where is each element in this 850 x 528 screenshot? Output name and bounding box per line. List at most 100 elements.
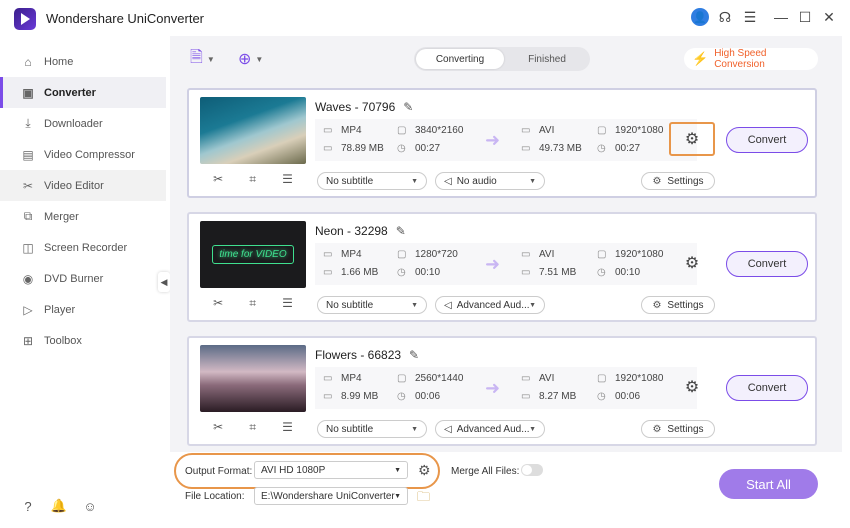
output-format-select[interactable]: AVI HD 1080P ▼ [254,461,408,479]
folder-icon[interactable]: 🗀 [417,488,430,510]
edit-name-icon[interactable]: ✎ [396,224,406,238]
source-size: ▭ 78.89 MB [323,143,384,154]
sidebar-item-video-editor[interactable]: ✂ Video Editor [0,170,166,201]
video-icon: ▭ [521,125,531,136]
convert-button[interactable]: Convert [726,251,808,277]
settings-button[interactable]: ⚙ Settings [641,420,715,438]
chevron-down-icon: ▼ [394,492,401,500]
audio-select[interactable]: ◁ No audio ▼ [435,172,545,190]
close-icon[interactable]: ✕ [820,8,838,26]
subtitle-select[interactable]: No subtitle ▼ [317,172,427,190]
settings-button[interactable]: ⚙ Settings [641,296,715,314]
sidebar-item-downloader[interactable]: ⤓ Downloader [0,108,166,139]
sidebar-item-screen-recorder[interactable]: ◫ Screen Recorder [0,232,166,263]
trim-icon[interactable]: ✂ [213,296,223,310]
audio-select[interactable]: ◁ Advanced Aud... ▼ [435,420,545,438]
output-format-settings-icon[interactable]: ⚙ [418,462,431,479]
file-location-select[interactable]: E:\Wondershare UniConverter ▼ [254,487,408,505]
file-name: Flowers - 66823 ✎ [315,348,420,362]
add-device-icon: ⊕ [238,51,252,68]
menu-icon[interactable]: ☰ [741,8,759,26]
resolution-icon: ▢ [397,249,407,260]
chevron-down-icon: ▼ [411,177,418,185]
gear-icon: ⚙ [652,423,662,435]
trim-icon[interactable]: ✂ [213,172,223,186]
file-card: ✂ ⌗ ☰ Flowers - 66823 ✎ ▭ MP4 ▢ 2560*1440 ▭ 8.… [187,336,817,446]
target-format: ▭ AVI [521,373,555,384]
user-icon[interactable]: 👤 [691,8,709,26]
crop-icon[interactable]: ⌗ [249,172,256,187]
sidebar-item-player[interactable]: ▷ Player [0,294,166,325]
source-size: ▭ 8.99 MB [323,391,379,402]
edit-tools: ✂ ⌗ ☰ [200,168,306,190]
target-size: ▭ 7.51 MB [521,267,577,278]
video-thumbnail[interactable]: time for VIDEO [200,221,306,288]
subtitle-select[interactable]: No subtitle ▼ [317,296,427,314]
resolution-icon: ▢ [597,249,607,260]
scissors-icon: ✂ [22,178,34,193]
tab-finished[interactable]: Finished [506,49,588,69]
home-icon: ⌂ [24,54,32,69]
trim-icon[interactable]: ✂ [213,420,223,434]
target-resolution: ▢ 1920*1080 [597,373,664,384]
merge-toggle[interactable] [521,464,543,476]
video-thumbnail[interactable] [200,97,306,164]
clock-icon: ◷ [597,391,606,402]
chevron-down-icon: ▼ [255,54,264,64]
edit-name-icon[interactable]: ✎ [403,100,413,114]
effects-icon[interactable]: ☰ [282,172,293,186]
subtitle-select[interactable]: No subtitle ▼ [317,420,427,438]
collapse-sidebar-button[interactable]: ◀ [158,272,170,292]
add-from-device-button[interactable]: ⊕ ▼ [238,49,263,69]
target-resolution: ▢ 1920*1080 [597,125,664,136]
target-resolution: ▢ 1920*1080 [597,249,664,260]
clock-icon: ◷ [397,267,406,278]
output-settings-icon[interactable]: ⚙ [669,370,715,404]
folder-icon: ▭ [521,391,531,402]
bell-icon[interactable]: 🔔 [51,498,67,514]
chevron-down-icon: ▼ [529,301,536,309]
merger-icon: ⧉ [23,209,33,223]
feedback-icon[interactable]: ☺ [82,498,98,514]
minimize-icon[interactable]: — [772,8,790,26]
maximize-icon[interactable]: ☐ [796,8,814,26]
target-size: ▭ 8.27 MB [521,391,577,402]
output-settings-icon[interactable]: ⚙ [669,246,715,280]
tab-converting[interactable]: Converting [416,49,504,69]
sidebar-item-converter[interactable]: ▣ Converter [0,77,166,108]
add-files-button[interactable]: 🗎 ▼ [190,49,215,69]
resolution-icon: ▢ [597,125,607,136]
audio-select[interactable]: ◁ Advanced Aud... ▼ [435,296,545,314]
thumbnail-caption: time for VIDEO [212,245,294,264]
output-settings-icon[interactable]: ⚙ [669,122,715,156]
sidebar-item-toolbox[interactable]: ⊞ Toolbox [0,325,166,356]
target-duration: ◷ 00:27 [597,143,641,154]
convert-button[interactable]: Convert [726,127,808,153]
source-duration: ◷ 00:10 [397,267,441,278]
high-speed-conversion-toggle[interactable]: ⚡ High Speed Conversion [684,48,818,70]
sidebar-item-merger[interactable]: ⧉ Merger [0,201,166,232]
effects-icon[interactable]: ☰ [282,420,293,434]
chevron-down-icon: ▼ [411,425,418,433]
video-thumbnail[interactable] [200,345,306,412]
source-format: ▭ MP4 [323,249,362,260]
help-icon[interactable]: ? [20,498,36,514]
crop-icon[interactable]: ⌗ [249,296,256,311]
arrow-right-icon: ➜ [485,254,501,274]
convert-button[interactable]: Convert [726,375,808,401]
source-resolution: ▢ 1280*720 [397,249,458,260]
start-all-button[interactable]: Start All [719,469,818,499]
support-icon[interactable]: ☊ [716,8,734,26]
target-format: ▭ AVI [521,125,555,136]
sidebar-item-video-compressor[interactable]: ▤ Video Compressor [0,139,166,170]
sidebar-item-dvd-burner[interactable]: ◉ DVD Burner [0,263,166,294]
sidebar-item-home[interactable]: ⌂ Home [0,46,166,77]
app-title: Wondershare UniConverter [46,11,204,26]
crop-icon[interactable]: ⌗ [249,420,256,435]
video-icon: ▭ [323,249,333,260]
clock-icon: ◷ [597,267,606,278]
edit-name-icon[interactable]: ✎ [409,348,419,362]
effects-icon[interactable]: ☰ [282,296,293,310]
source-resolution: ▢ 3840*2160 [397,125,464,136]
settings-button[interactable]: ⚙ Settings [641,172,715,190]
